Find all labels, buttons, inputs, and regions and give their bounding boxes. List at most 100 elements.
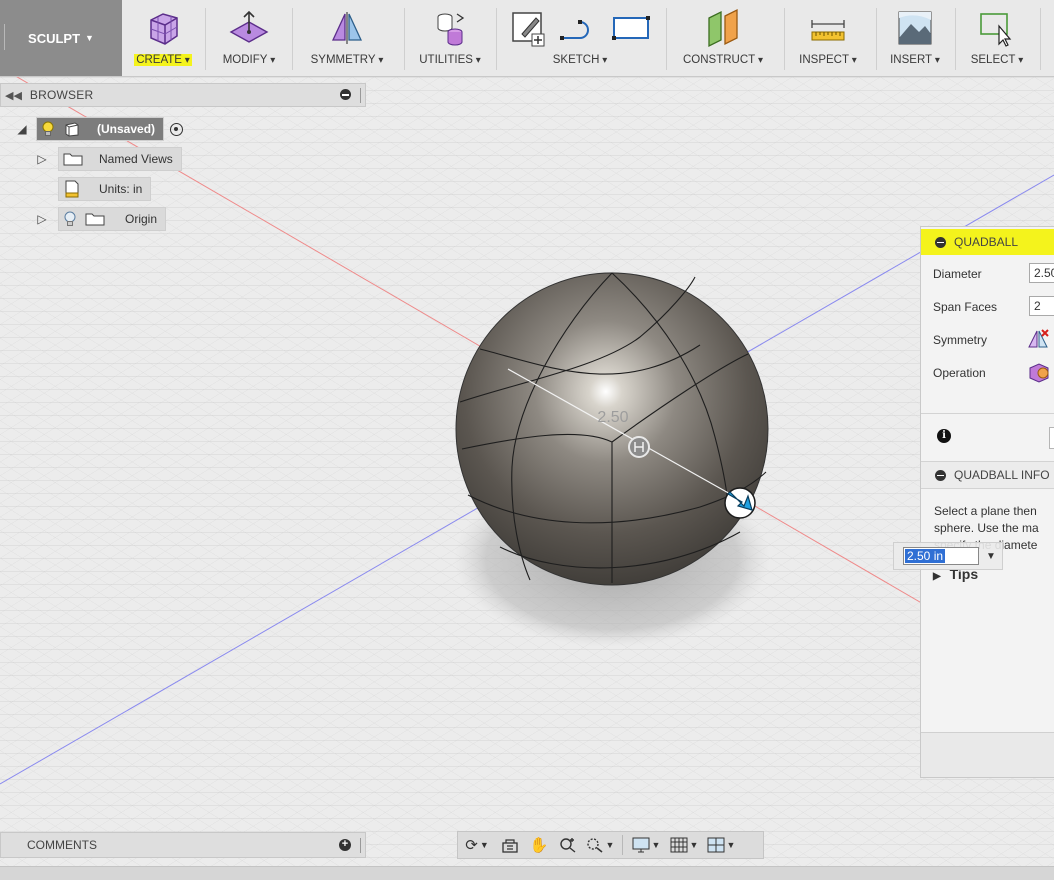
- inspect-menu[interactable]: INSPECT: [792, 0, 864, 76]
- viewport-grid: 2.50: [0, 77, 1054, 879]
- navigation-bar: ⟳ ▼ ✋ ▼ ▼ ▼ ▼: [457, 831, 764, 859]
- ok-button-edge[interactable]: [1049, 427, 1054, 449]
- component-icon: [65, 122, 79, 137]
- construct-menu[interactable]: CONSTRUCT: [676, 0, 770, 76]
- quadball-info-header[interactable]: QUADBALL INFO: [921, 461, 1054, 489]
- line-icon: [560, 20, 589, 40]
- construct-plane-icon: [708, 8, 738, 48]
- diameter-value-input[interactable]: 2.50 in: [903, 547, 979, 565]
- create-box-icon: [150, 13, 178, 45]
- create-menu[interactable]: CREATE: [128, 0, 198, 76]
- zoom-button[interactable]: [554, 833, 582, 857]
- toolbar-divider: [955, 8, 956, 70]
- browser-item-origin[interactable]: ▷ Origin: [34, 207, 167, 231]
- look-at-button[interactable]: [496, 833, 524, 857]
- select-menu[interactable]: SELECT: [964, 0, 1030, 76]
- sketch-menu[interactable]: SKETCH: [505, 0, 655, 76]
- chevron-down-icon: ▼: [605, 840, 615, 850]
- utilities-menu[interactable]: UTILITIES: [413, 0, 487, 76]
- browser-item-units[interactable]: Units: in: [58, 177, 152, 201]
- expand-triangle-icon[interactable]: ▷: [34, 212, 50, 226]
- operation-new-body-icon[interactable]: [1027, 361, 1051, 383]
- inspect-label: INSPECT: [797, 54, 859, 66]
- operation-label: Operation: [933, 366, 986, 380]
- span-faces-input[interactable]: 2: [1029, 296, 1054, 316]
- browser-panel-header[interactable]: ◀◀ BROWSER: [0, 83, 366, 107]
- symmetry-label: Symmetry: [933, 333, 987, 347]
- insert-menu[interactable]: INSERT: [884, 0, 946, 76]
- orbit-button[interactable]: ⟳ ▼: [458, 833, 496, 857]
- insert-image-icon: [898, 11, 932, 45]
- expand-triangle-icon[interactable]: ▷: [34, 152, 50, 166]
- create-label: CREATE: [134, 54, 192, 66]
- zoom-icon: [560, 838, 576, 853]
- toolbar-divider: [784, 8, 785, 70]
- chevron-down-icon: ▼: [85, 33, 94, 43]
- symmetry-label: SYMMETRY: [309, 54, 386, 66]
- toolbar: SCULPT ▼ CREATE MODIFY: [0, 0, 1054, 77]
- viewports-button[interactable]: ▼: [703, 833, 739, 857]
- symmetry-menu[interactable]: SYMMETRY: [301, 0, 393, 76]
- chevron-down-icon: ▼: [651, 840, 661, 850]
- display-settings-button[interactable]: ▼: [627, 833, 665, 857]
- chevron-down-icon: ▼: [479, 840, 489, 850]
- viewports-icon: [707, 837, 725, 853]
- create-sketch-icon: [512, 12, 545, 47]
- fit-button[interactable]: ▼: [582, 833, 618, 857]
- collapse-panel-icon[interactable]: ◀◀: [5, 89, 22, 102]
- toolbar-divider: [404, 8, 405, 70]
- select-window-icon: [980, 13, 1012, 47]
- modify-menu[interactable]: MODIFY: [212, 0, 286, 76]
- lightbulb-off-icon[interactable]: [63, 211, 77, 227]
- units-label: Units: in: [99, 182, 143, 196]
- measure-icon: [811, 20, 845, 41]
- comments-panel-header[interactable]: COMMENTS +: [0, 832, 366, 858]
- divider: [622, 835, 623, 855]
- modify-label: MODIFY: [221, 54, 278, 66]
- diameter-input[interactable]: 2.50: [1029, 263, 1054, 283]
- grid-settings-button[interactable]: ▼: [665, 833, 703, 857]
- lightbulb-icon[interactable]: [41, 121, 55, 137]
- description-line: Select a plane then: [934, 504, 1037, 518]
- diameter-drag-arrow-icon[interactable]: [724, 487, 756, 519]
- folder-icon: [63, 153, 83, 166]
- status-bar: [0, 866, 1054, 880]
- utilities-icon: [437, 13, 465, 46]
- panel-minimize-icon[interactable]: [935, 469, 946, 481]
- insert-label: INSERT: [888, 54, 942, 66]
- browser-title: BROWSER: [29, 88, 94, 102]
- expand-triangle-icon[interactable]: ◢: [14, 122, 30, 136]
- symmetry-none-icon[interactable]: [1027, 328, 1051, 350]
- chevron-down-icon: ▼: [689, 840, 699, 850]
- chevron-down-icon[interactable]: ▼: [986, 551, 996, 562]
- toolbar-divider: [666, 8, 667, 70]
- workspace-switcher[interactable]: SCULPT ▼: [0, 0, 122, 76]
- symmetry-icon: [331, 12, 363, 44]
- dimension-input-box: 2.50 in ▼: [893, 542, 1003, 570]
- pan-button[interactable]: ✋: [524, 833, 554, 857]
- document-name: (Unsaved): [97, 122, 156, 136]
- orbit-icon: ⟳: [465, 837, 478, 854]
- browser-item-named-views[interactable]: ▷ Named Views: [34, 147, 182, 171]
- select-label: SELECT: [969, 54, 1026, 66]
- panel-minimize-icon[interactable]: [340, 89, 351, 100]
- viewport[interactable]: 2.50: [0, 77, 1054, 879]
- zoom-window-icon: [586, 838, 603, 853]
- modify-icon: [229, 10, 269, 43]
- toolbar-divider: [876, 8, 877, 70]
- panel-minimize-icon[interactable]: [935, 236, 946, 248]
- toolbar-divider: [1040, 8, 1041, 70]
- center-manipulator-icon[interactable]: [628, 436, 650, 458]
- info-icon[interactable]: i: [937, 429, 951, 443]
- quadball-dialog-header[interactable]: QUADBALL: [921, 229, 1054, 255]
- dimension-label: 2.50: [597, 409, 628, 426]
- add-comment-icon[interactable]: +: [339, 839, 351, 851]
- rectangle-icon: [612, 16, 650, 40]
- toolbar-divider: [205, 8, 206, 70]
- panel-grip[interactable]: [360, 838, 361, 853]
- chevron-down-icon: ▼: [726, 840, 736, 850]
- browser-root-node[interactable]: ◢ (Unsaved): [14, 117, 184, 141]
- panel-grip[interactable]: [360, 88, 361, 103]
- named-views-label: Named Views: [99, 152, 173, 166]
- activate-radio-icon[interactable]: [170, 122, 184, 136]
